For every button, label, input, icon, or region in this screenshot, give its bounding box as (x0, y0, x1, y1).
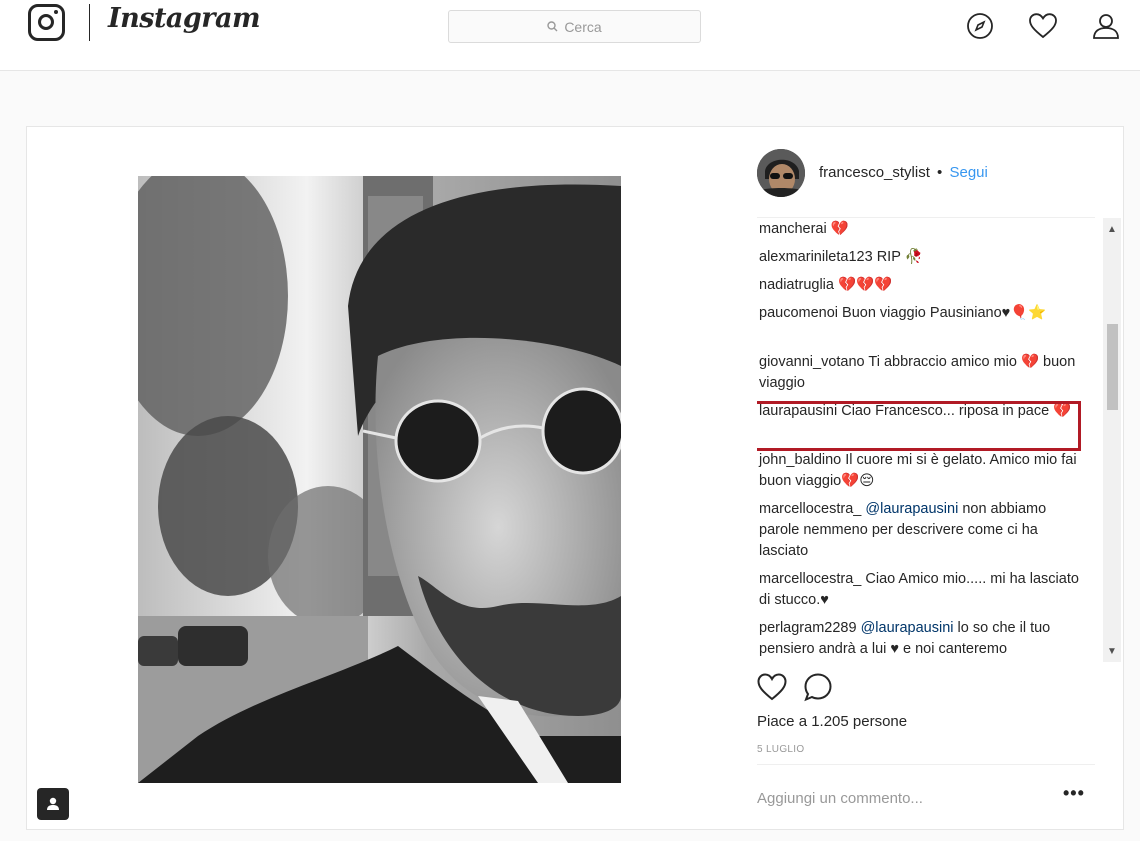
comment-username[interactable]: giovanni_votano (759, 354, 865, 370)
author-avatar[interactable] (757, 149, 805, 197)
comment-item: john_baldino Il cuore mi si è gelato. Am… (759, 450, 1089, 492)
post-actions (757, 671, 857, 703)
comment-text: mancherai 💔 (759, 221, 849, 237)
comment-username[interactable]: john_baldino (759, 452, 841, 468)
more-options-button[interactable]: ••• (1063, 783, 1085, 804)
follow-button[interactable]: Segui (949, 164, 987, 181)
comment-item: giovanni_votano Ti abbraccio amico mio 💔… (759, 352, 1089, 394)
post-sidebar: francesco_stylist • Segui mancherai 💔 al… (757, 127, 1125, 831)
highlight-box (757, 401, 1081, 451)
comment-username[interactable]: perlagram2289 (759, 620, 857, 636)
comment-username[interactable]: nadiatruglia (759, 277, 834, 293)
comment-bubble-icon[interactable] (803, 672, 833, 702)
add-comment-input[interactable]: Aggiungi un commento... (757, 790, 923, 807)
comment-item: marcellocestra_ Ciao Amico mio..... mi h… (759, 569, 1089, 611)
comment-text: 💔💔💔 (838, 277, 893, 293)
comment-username[interactable]: marcellocestra_ (759, 501, 861, 517)
top-navigation-bar: Instagram Cerca (0, 0, 1140, 71)
scroll-down-arrow-icon[interactable]: ▼ (1103, 642, 1121, 660)
comments-list[interactable]: mancherai 💔 alexmarinileta123 RIP 🥀 nadi… (757, 218, 1103, 662)
comment-item: marcellocestra_ @laurapausini non abbiam… (759, 499, 1089, 562)
post-author-line: francesco_stylist • Segui (819, 164, 988, 181)
compass-icon[interactable] (964, 10, 996, 42)
comment-username[interactable]: paucomenoi (759, 305, 838, 321)
post-card: francesco_stylist • Segui mancherai 💔 al… (26, 126, 1124, 830)
person-tag-icon (47, 797, 59, 810)
comments-scrollbar[interactable]: ▲ ▼ (1103, 218, 1121, 662)
logo-divider (89, 4, 90, 41)
instagram-wordmark[interactable]: Instagram (108, 3, 261, 34)
author-separator: • (937, 164, 943, 181)
instagram-logo-icon[interactable] (28, 4, 65, 41)
comment-item: mancherai 💔 (759, 219, 1089, 240)
post-photo[interactable] (138, 176, 621, 783)
comment-username[interactable]: alexmarinileta123 (759, 249, 873, 265)
comment-username[interactable]: marcellocestra_ (759, 571, 861, 587)
scrollbar-thumb[interactable] (1107, 324, 1118, 410)
likes-count[interactable]: Piace a 1.205 persone (757, 713, 907, 730)
search-icon (547, 21, 558, 32)
comment-item: alexmarinileta123 RIP 🥀 (759, 247, 1089, 268)
like-heart-icon[interactable] (757, 673, 787, 701)
comment-text: Buon viaggio Pausiniano♥🎈⭐ (842, 305, 1047, 321)
heart-icon[interactable] (1027, 10, 1059, 42)
scroll-up-arrow-icon[interactable]: ▲ (1103, 220, 1121, 238)
tagged-users-button[interactable] (37, 788, 69, 820)
comment-item: perlagram2289 @laurapausini lo so che il… (759, 618, 1089, 660)
comment-mention[interactable]: @laurapausini (861, 620, 954, 636)
comment-mention[interactable]: @laurapausini (865, 501, 958, 517)
divider (757, 764, 1095, 765)
comment-item: paucomenoi Buon viaggio Pausiniano♥🎈⭐ (759, 303, 1089, 324)
comment-text: RIP 🥀 (876, 249, 923, 265)
comment-item: nadiatruglia 💔💔💔 (759, 275, 1089, 296)
search-placeholder: Cerca (564, 18, 602, 35)
author-username[interactable]: francesco_stylist (819, 164, 930, 181)
post-date[interactable]: 5 LUGLIO (757, 744, 804, 755)
profile-icon[interactable] (1090, 10, 1122, 42)
search-input[interactable]: Cerca (448, 10, 701, 43)
